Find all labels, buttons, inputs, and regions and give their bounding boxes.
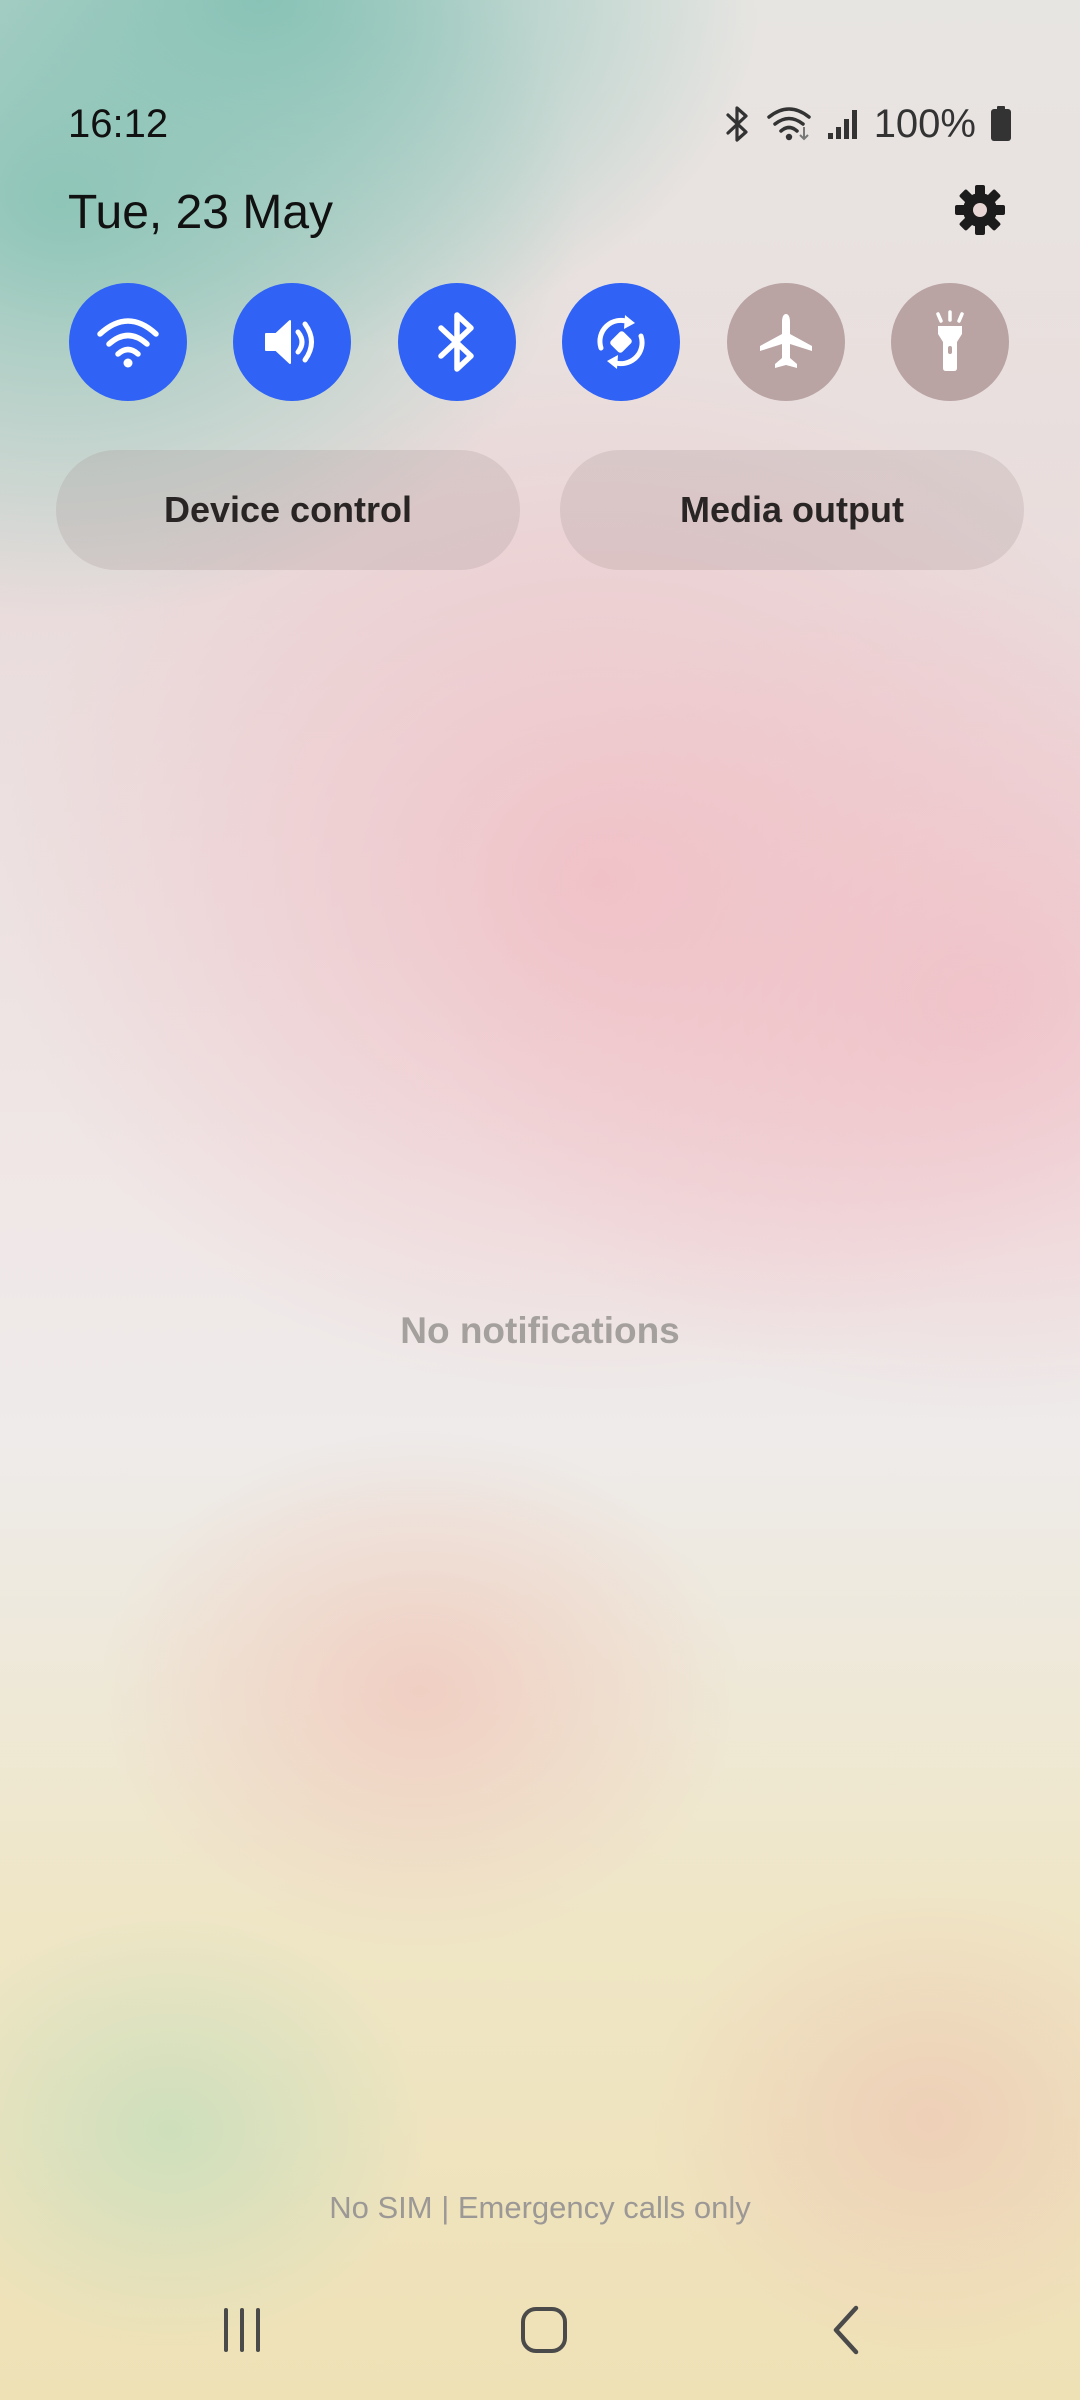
quick-action-buttons: Device control Media output bbox=[56, 450, 1024, 570]
no-notifications-label: No notifications bbox=[400, 1310, 680, 1351]
bluetooth-toggle[interactable] bbox=[397, 283, 516, 401]
gear-icon bbox=[954, 184, 1006, 241]
quick-toggles bbox=[69, 283, 1009, 401]
bluetooth-icon bbox=[435, 310, 479, 374]
wifi-toggle[interactable] bbox=[69, 283, 187, 401]
auto-rotate-toggle[interactable] bbox=[562, 283, 681, 401]
airplane-mode-toggle[interactable] bbox=[726, 283, 845, 401]
carrier-status: No SIM | Emergency calls only bbox=[329, 2190, 751, 2225]
status-icons: 100% bbox=[724, 102, 1012, 147]
header: Tue, 23 May bbox=[68, 180, 1012, 244]
flashlight-toggle[interactable] bbox=[890, 283, 1009, 401]
battery-icon bbox=[990, 105, 1012, 143]
airplane-icon bbox=[754, 310, 818, 374]
sound-toggle[interactable] bbox=[233, 283, 352, 401]
back-button[interactable] bbox=[786, 2296, 906, 2368]
status-bar: 16:12 100% bbox=[68, 96, 1012, 152]
signal-icon bbox=[826, 107, 860, 141]
speaker-icon bbox=[260, 314, 324, 370]
back-icon bbox=[828, 2304, 864, 2361]
date-label: Tue, 23 May bbox=[68, 185, 334, 239]
navigation-bar bbox=[0, 2296, 1080, 2368]
recent-apps-button[interactable] bbox=[182, 2296, 302, 2368]
home-button[interactable] bbox=[484, 2296, 604, 2368]
media-output-button[interactable]: Media output bbox=[560, 450, 1024, 570]
home-icon bbox=[519, 2305, 569, 2360]
clock: 16:12 bbox=[68, 101, 169, 146]
bluetooth-icon bbox=[724, 105, 752, 143]
rotate-icon bbox=[589, 310, 653, 374]
wifi-icon bbox=[96, 314, 160, 370]
flashlight-icon bbox=[922, 310, 978, 374]
device-control-button[interactable]: Device control bbox=[56, 450, 520, 570]
battery-percent: 100% bbox=[873, 101, 976, 146]
wifi-icon bbox=[766, 105, 812, 143]
recent-apps-icon bbox=[218, 2306, 266, 2359]
settings-button[interactable] bbox=[948, 180, 1012, 244]
